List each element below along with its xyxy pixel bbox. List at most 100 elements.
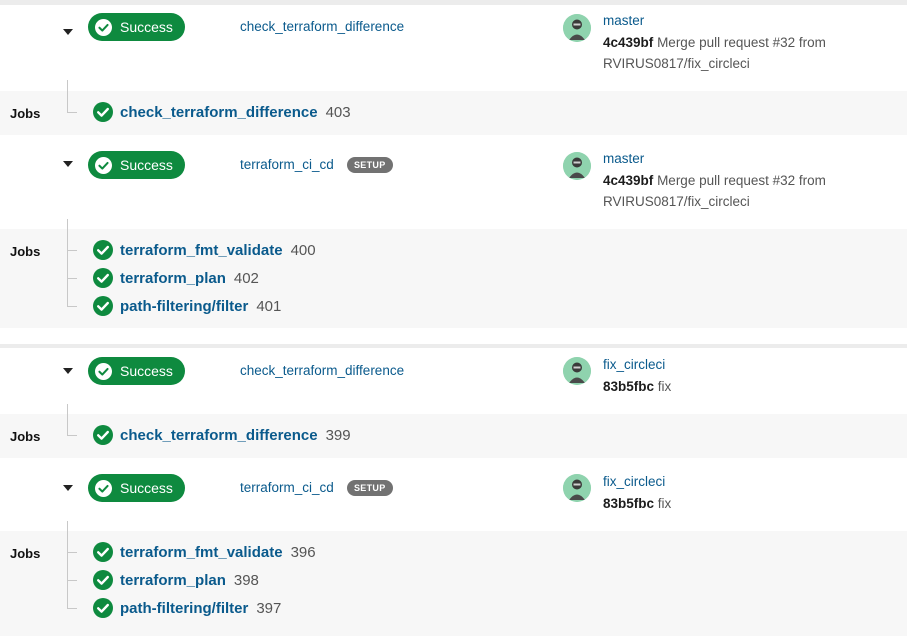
job-number: 396 — [290, 543, 316, 561]
tree-branch — [67, 112, 77, 113]
chevron-down-icon[interactable] — [62, 482, 74, 494]
job-item[interactable]: terraform_plan 402 — [93, 267, 259, 289]
branch-link[interactable]: master — [603, 151, 644, 166]
tree-branch — [67, 250, 77, 251]
chevron-down-icon[interactable] — [62, 26, 74, 38]
status-label: Success — [120, 363, 173, 379]
tree-line — [67, 80, 68, 112]
tree-branch — [67, 608, 77, 609]
check-circle-icon — [93, 296, 113, 316]
avatar — [563, 152, 591, 180]
job-item[interactable]: path-filtering/filter 397 — [93, 597, 281, 619]
tree-branch — [67, 306, 77, 307]
check-circle-icon — [93, 102, 113, 122]
job-item[interactable]: check_terraform_difference 403 — [93, 101, 351, 123]
pipeline-row: Success terraform_ci_cd SETUP fix_circle… — [0, 458, 907, 531]
status-badge[interactable]: Success — [88, 151, 185, 179]
jobs-label: Jobs — [10, 106, 41, 121]
tree-branch — [67, 435, 77, 436]
commit-info: 83b5fbc fix — [603, 376, 873, 397]
job-number: 403 — [325, 103, 351, 121]
avatar-icon — [563, 474, 591, 502]
job-number: 399 — [325, 426, 351, 444]
workflow-link[interactable]: terraform_ci_cd — [240, 157, 334, 172]
workflow-link[interactable]: terraform_ci_cd — [240, 480, 334, 495]
branch-link[interactable]: fix_circleci — [603, 474, 665, 489]
check-circle-icon — [93, 598, 113, 618]
job-name[interactable]: terraform_plan — [120, 572, 226, 589]
status-label: Success — [120, 19, 173, 35]
jobs-label: Jobs — [10, 546, 41, 561]
jobs-label: Jobs — [10, 429, 41, 444]
tree-line — [67, 521, 68, 608]
avatar-icon — [563, 152, 591, 180]
job-name[interactable]: terraform_plan — [120, 270, 226, 287]
avatar — [563, 14, 591, 42]
check-circle-icon — [93, 425, 113, 445]
branch-link[interactable]: fix_circleci — [603, 357, 665, 372]
job-name[interactable]: check_terraform_difference — [120, 427, 318, 444]
check-circle-icon — [93, 542, 113, 562]
jobs-row: Jobs terraform_fmt_validate 400 terrafor… — [0, 219, 907, 328]
status-label: Success — [120, 157, 173, 173]
job-name[interactable]: terraform_fmt_validate — [120, 242, 283, 259]
commit-sha[interactable]: 83b5fbc — [603, 379, 654, 394]
tree-branch — [67, 580, 77, 581]
avatar — [563, 357, 591, 385]
pipeline-row: Success check_terraform_difference fix_c… — [0, 348, 907, 414]
commit-sha[interactable]: 4c439bf — [603, 173, 653, 188]
avatar — [563, 474, 591, 502]
commit-message: fix — [657, 379, 672, 394]
job-name[interactable]: path-filtering/filter — [120, 298, 248, 315]
job-item[interactable]: check_terraform_difference 399 — [93, 424, 351, 446]
workflow-link[interactable]: check_terraform_difference — [240, 19, 404, 34]
status-label: Success — [120, 480, 173, 496]
job-name[interactable]: path-filtering/filter — [120, 600, 248, 617]
workflow-link[interactable]: check_terraform_difference — [240, 363, 404, 378]
commit-info: 4c439bf Merge pull request #32 from RVIR… — [603, 170, 873, 212]
check-circle-icon — [95, 18, 112, 36]
pipeline-row: Success check_terraform_difference maste… — [0, 5, 907, 91]
jobs-label: Jobs — [10, 244, 41, 259]
check-circle-icon — [93, 240, 113, 260]
commit-sha[interactable]: 83b5fbc — [603, 496, 654, 511]
check-circle-icon — [95, 362, 112, 380]
chevron-down-icon[interactable] — [62, 158, 74, 170]
avatar-icon — [563, 357, 591, 385]
job-number: 401 — [256, 297, 282, 315]
branch-link[interactable]: master — [603, 13, 644, 28]
job-item[interactable]: terraform_fmt_validate 396 — [93, 541, 316, 563]
setup-tag: SETUP — [347, 480, 393, 496]
job-item[interactable]: terraform_plan 398 — [93, 569, 259, 591]
avatar-icon — [563, 14, 591, 42]
check-circle-icon — [95, 479, 112, 497]
status-badge[interactable]: Success — [88, 357, 185, 385]
job-name[interactable]: check_terraform_difference — [120, 104, 318, 121]
check-circle-icon — [93, 268, 113, 288]
job-number: 397 — [256, 599, 282, 617]
jobs-row: Jobs check_terraform_difference 399 — [0, 404, 907, 458]
setup-tag: SETUP — [347, 157, 393, 173]
status-badge[interactable]: Success — [88, 13, 185, 41]
chevron-down-icon[interactable] — [62, 365, 74, 377]
tree-branch — [67, 278, 77, 279]
job-number: 400 — [290, 241, 316, 259]
job-item[interactable]: path-filtering/filter 401 — [93, 295, 281, 317]
commit-message: fix — [657, 496, 672, 511]
tree-branch — [67, 552, 77, 553]
jobs-row: Jobs terraform_fmt_validate 396 terrafor… — [0, 521, 907, 636]
job-item[interactable]: terraform_fmt_validate 400 — [93, 239, 316, 261]
job-number: 398 — [233, 571, 259, 589]
check-circle-icon — [95, 156, 112, 174]
jobs-row: Jobs check_terraform_difference 403 — [0, 80, 907, 135]
pipeline-row: Success terraform_ci_cd SETUP master 4c4… — [0, 135, 907, 229]
status-badge[interactable]: Success — [88, 474, 185, 502]
commit-info: 83b5fbc fix — [603, 493, 873, 514]
job-number: 402 — [233, 269, 259, 287]
tree-line — [67, 219, 68, 306]
job-name[interactable]: terraform_fmt_validate — [120, 544, 283, 561]
check-circle-icon — [93, 570, 113, 590]
tree-line — [67, 404, 68, 435]
commit-sha[interactable]: 4c439bf — [603, 35, 653, 50]
commit-info: 4c439bf Merge pull request #32 from RVIR… — [603, 32, 873, 74]
